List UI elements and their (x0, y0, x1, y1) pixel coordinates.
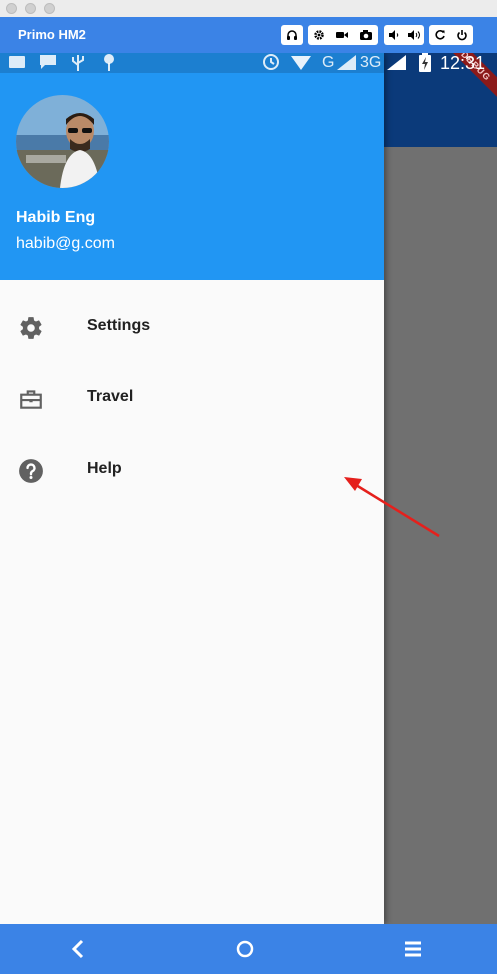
emulator-title: Primo HM2 (18, 27, 86, 42)
camera-icon[interactable] (359, 29, 373, 41)
network-indicator: G (322, 54, 335, 71)
drawer-header: Habib Eng habib@g.com (0, 53, 384, 280)
battery-charging-icon (419, 53, 431, 72)
signal-strength-icon (387, 55, 406, 70)
drawer-item-settings[interactable]: Settings (0, 299, 384, 355)
message-icon (40, 55, 56, 69)
headphones-icon (287, 30, 297, 40)
drawer-item-travel[interactable]: Travel (0, 370, 384, 426)
usb-icon (72, 55, 84, 71)
avatar[interactable] (16, 95, 109, 188)
wifi-icon (291, 56, 311, 70)
volume-up-icon[interactable] (407, 29, 421, 41)
location-icon (104, 54, 114, 71)
minimize-window-button[interactable] (25, 3, 36, 14)
rotate-icon[interactable] (434, 29, 446, 41)
volume-controls-group (384, 25, 424, 45)
zoom-window-button[interactable] (44, 3, 55, 14)
briefcase-icon (20, 390, 42, 409)
video-camera-icon[interactable] (335, 29, 349, 41)
drawer-item-help[interactable]: Help (0, 442, 384, 498)
home-icon[interactable] (233, 937, 257, 961)
power-icon[interactable] (456, 29, 468, 41)
drawer-item-label: Help (87, 460, 122, 477)
power-controls-group (429, 25, 473, 45)
headphones-button[interactable] (281, 25, 303, 45)
annotation-arrow (344, 477, 440, 538)
gear-icon (20, 317, 42, 339)
alarm-icon (263, 54, 279, 70)
profile-photo (16, 95, 109, 188)
close-window-button[interactable] (6, 3, 17, 14)
media-controls-group (308, 25, 378, 45)
status-bar: G 3G 12:31 (0, 53, 497, 73)
signal-icon (337, 55, 356, 70)
network-type: 3G (360, 54, 382, 71)
volume-down-icon[interactable] (388, 29, 400, 41)
drawer-item-label: Travel (87, 388, 134, 405)
back-icon[interactable] (67, 937, 91, 961)
clock: 12:31 (440, 53, 486, 73)
navigation-drawer: Habib Eng habib@g.com Settings Travel He… (0, 53, 384, 924)
menu-icon[interactable] (401, 937, 425, 961)
emulator-toolbar: Primo HM2 (0, 17, 497, 53)
drawer-item-label: Settings (87, 317, 151, 334)
user-email: habib@g.com (16, 235, 115, 252)
gear-small-icon[interactable] (313, 29, 325, 41)
emulator-nav-bar (0, 924, 497, 974)
window-titlebar (0, 0, 497, 18)
help-icon (19, 459, 43, 483)
keyboard-icon (9, 56, 25, 68)
user-name: Habib Eng (16, 209, 96, 226)
